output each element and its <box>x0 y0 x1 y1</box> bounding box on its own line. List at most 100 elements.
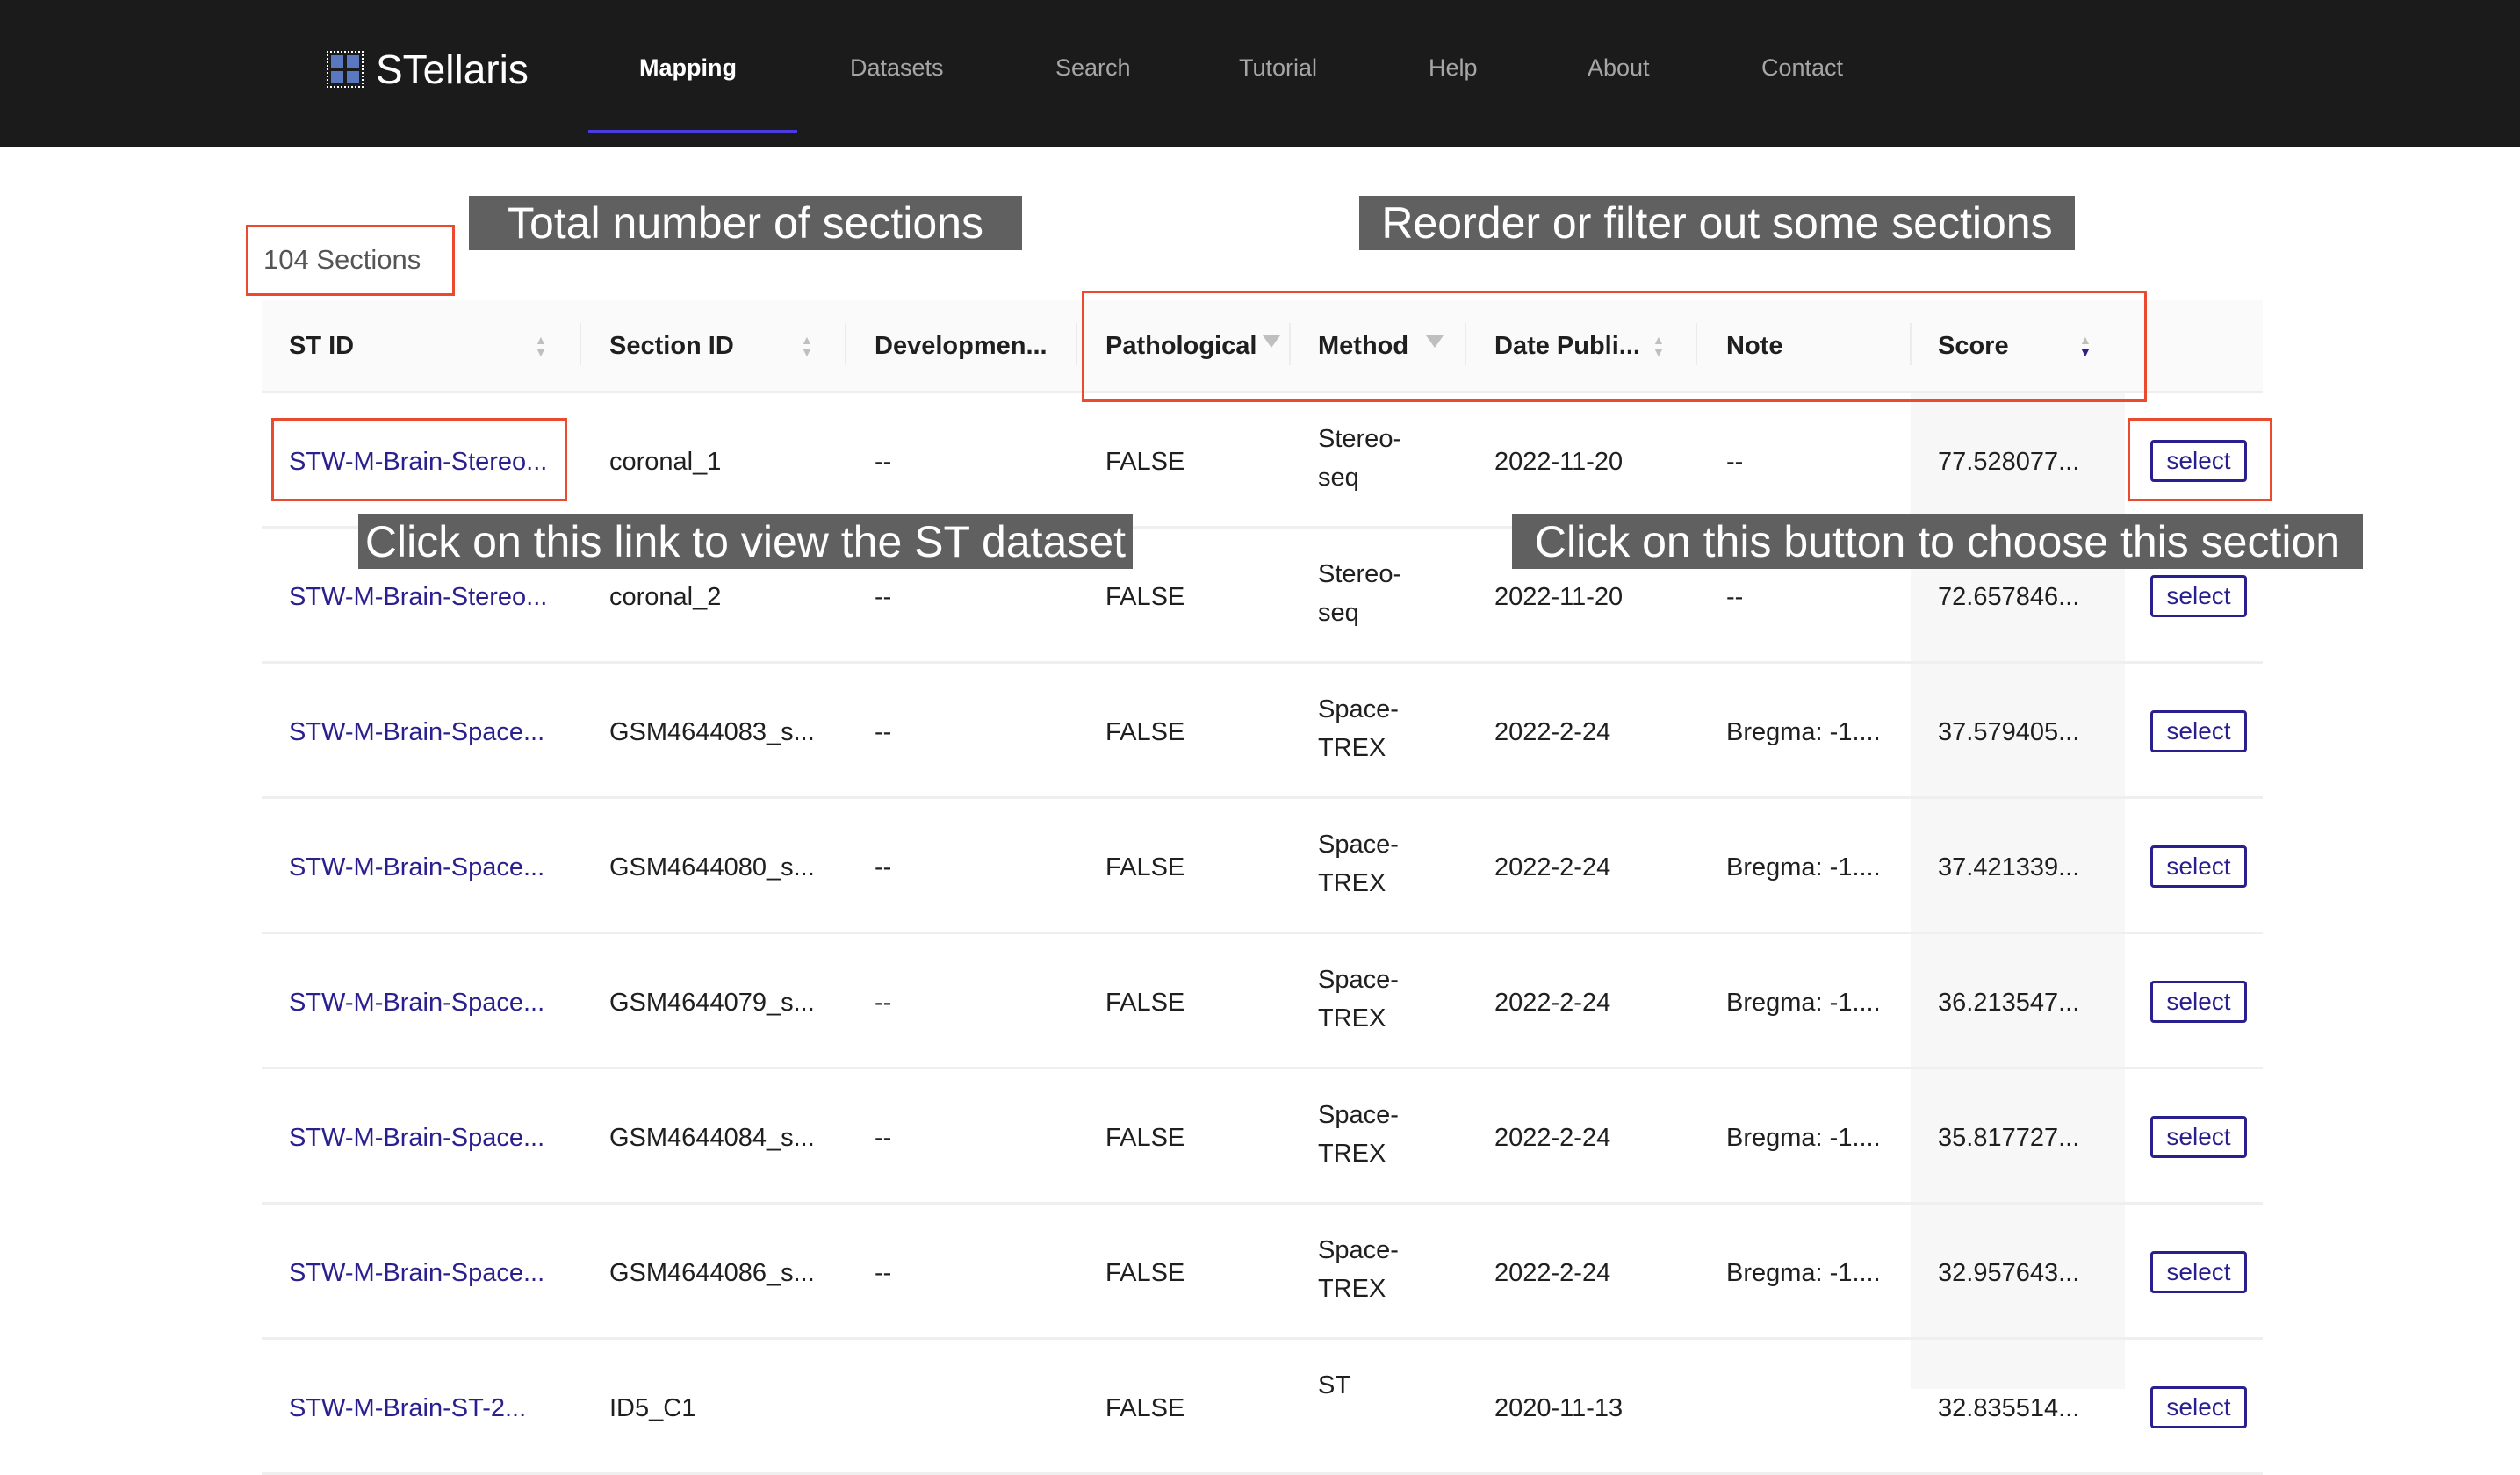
section-id: coronal_1 <box>609 448 722 476</box>
method-line: TREX <box>1318 1004 1386 1032</box>
development: -- <box>875 1124 892 1152</box>
section-id: GSM4644084_s... <box>609 1124 815 1152</box>
method-line: Space- <box>1318 1101 1399 1129</box>
date-published: 2022-2-24 <box>1494 718 1611 746</box>
table-row: STW-M-Brain-Space... GSM4644086_s... -- FAL… <box>262 1205 2263 1340</box>
nav-contact[interactable]: Contact <box>1761 54 1843 82</box>
section-id: ID5_C1 <box>609 1394 696 1422</box>
table-row: STW-M-Brain-Space... GSM4644080_s... -- FAL… <box>262 799 2263 934</box>
col-st-id[interactable]: ST ID <box>289 332 354 361</box>
brand-logo[interactable]: STellaris <box>327 46 529 93</box>
method-line: Space- <box>1318 695 1399 723</box>
note: -- <box>1726 583 1744 611</box>
method: Stereo-seq <box>1318 420 1401 497</box>
pathological: FALSE <box>1105 989 1185 1017</box>
date-published: 2022-2-24 <box>1494 853 1611 881</box>
sort-icon[interactable]: ▲ ▼ <box>535 334 547 358</box>
pathological: FALSE <box>1105 583 1185 611</box>
sort-icon[interactable]: ▲ ▼ <box>801 334 813 358</box>
score: 36.213547... <box>1938 989 2080 1017</box>
date-published: 2022-11-20 <box>1494 583 1624 611</box>
section-id: coronal_2 <box>609 583 722 611</box>
method-line: TREX <box>1318 869 1386 897</box>
method: Space- TREX <box>1318 690 1399 767</box>
method-line: Stereo- <box>1318 425 1402 453</box>
column-divider <box>1076 323 1077 365</box>
highlight-count <box>246 225 455 296</box>
highlight-select <box>2128 418 2272 501</box>
table-row: STW-M-Brain-ST-2... ID5_C1 FALSE ST 2020-11-… <box>262 1340 2263 1475</box>
pathological: FALSE <box>1105 1259 1185 1287</box>
nav-help[interactable]: Help <box>1429 54 1478 82</box>
annotation-button: Click on this button to choose this sect… <box>1512 514 2363 569</box>
table-row: STW-M-Brain-Space... GSM4644079_s... -- FAL… <box>262 934 2263 1069</box>
method-line: TREX <box>1318 734 1386 762</box>
col-section-id[interactable]: Section ID <box>609 332 734 361</box>
select-button[interactable]: select <box>2150 1251 2247 1293</box>
pathological: FALSE <box>1105 1394 1185 1422</box>
note: Bregma: -1.... <box>1726 718 1881 746</box>
method: Space- TREX <box>1318 825 1399 903</box>
development: -- <box>875 448 892 476</box>
note: Bregma: -1.... <box>1726 853 1881 881</box>
select-button[interactable]: select <box>2150 710 2247 752</box>
column-divider <box>580 323 581 365</box>
section-id: GSM4644079_s... <box>609 989 815 1017</box>
score: 37.421339... <box>1938 853 2080 881</box>
nav-mapping[interactable]: Mapping <box>639 54 737 82</box>
method-line: Stereo- <box>1318 560 1402 588</box>
note: Bregma: -1.... <box>1726 1259 1881 1287</box>
select-button[interactable]: select <box>2150 981 2247 1023</box>
note: -- <box>1726 448 1744 476</box>
method-line: Space- <box>1318 1236 1399 1264</box>
select-button[interactable]: select <box>2150 1386 2247 1428</box>
method-line: Space- <box>1318 966 1399 994</box>
nav-datasets[interactable]: Datasets <box>850 54 944 82</box>
development: -- <box>875 853 892 881</box>
method: Space- TREX <box>1318 961 1399 1038</box>
method: Stereo-seq <box>1318 555 1401 632</box>
section-id: GSM4644086_s... <box>609 1259 815 1287</box>
score: 32.957643... <box>1938 1259 2080 1287</box>
method: ST <box>1318 1366 1350 1405</box>
annotation-reorder: Reorder or filter out some sections <box>1359 196 2075 250</box>
st-id-link[interactable]: STW-M-Brain-Space... <box>289 989 544 1018</box>
score: 37.579405... <box>1938 718 2080 746</box>
table-row: STW-M-Brain-Space... GSM4644084_s... -- FAL… <box>262 1069 2263 1205</box>
col-development[interactable]: Developmen... <box>875 332 1048 361</box>
column-divider <box>845 323 846 365</box>
nav-search[interactable]: Search <box>1055 54 1131 82</box>
method-line: seq <box>1318 464 1359 492</box>
st-id-link[interactable]: STW-M-Brain-Stereo... <box>289 583 547 612</box>
pathological: FALSE <box>1105 853 1185 881</box>
score: 35.817727... <box>1938 1124 2080 1152</box>
method-line: ST <box>1318 1371 1351 1399</box>
annotation-link: Click on this link to view the ST datase… <box>358 514 1133 569</box>
date-published: 2022-2-24 <box>1494 989 1611 1017</box>
active-tab-indicator <box>588 130 797 133</box>
development: -- <box>875 1259 892 1287</box>
nav-tutorial[interactable]: Tutorial <box>1239 54 1317 82</box>
st-id-link[interactable]: STW-M-Brain-Space... <box>289 853 544 882</box>
select-button[interactable]: select <box>2150 1116 2247 1158</box>
development: -- <box>875 583 892 611</box>
note: Bregma: -1.... <box>1726 989 1881 1017</box>
st-id-link[interactable]: STW-M-Brain-Space... <box>289 1259 544 1288</box>
method-line: TREX <box>1318 1275 1386 1303</box>
nav-about[interactable]: About <box>1588 54 1650 82</box>
date-published: 2022-11-20 <box>1494 448 1624 476</box>
pathological: FALSE <box>1105 718 1185 746</box>
st-id-link[interactable]: STW-M-Brain-Space... <box>289 1124 544 1153</box>
st-id-link[interactable]: STW-M-Brain-Space... <box>289 718 544 747</box>
method-line: Space- <box>1318 831 1399 859</box>
section-id: GSM4644080_s... <box>609 853 815 881</box>
select-button[interactable]: select <box>2150 845 2247 888</box>
select-button[interactable]: select <box>2150 575 2247 617</box>
date-published: 2022-2-24 <box>1494 1124 1611 1152</box>
annotation-total: Total number of sections <box>469 196 1022 250</box>
st-id-link[interactable]: STW-M-Brain-ST-2... <box>289 1394 526 1423</box>
method: Space- TREX <box>1318 1231 1399 1308</box>
highlight-link <box>271 418 567 501</box>
highlight-headers <box>1082 291 2147 402</box>
brand-name: STellaris <box>376 47 529 92</box>
